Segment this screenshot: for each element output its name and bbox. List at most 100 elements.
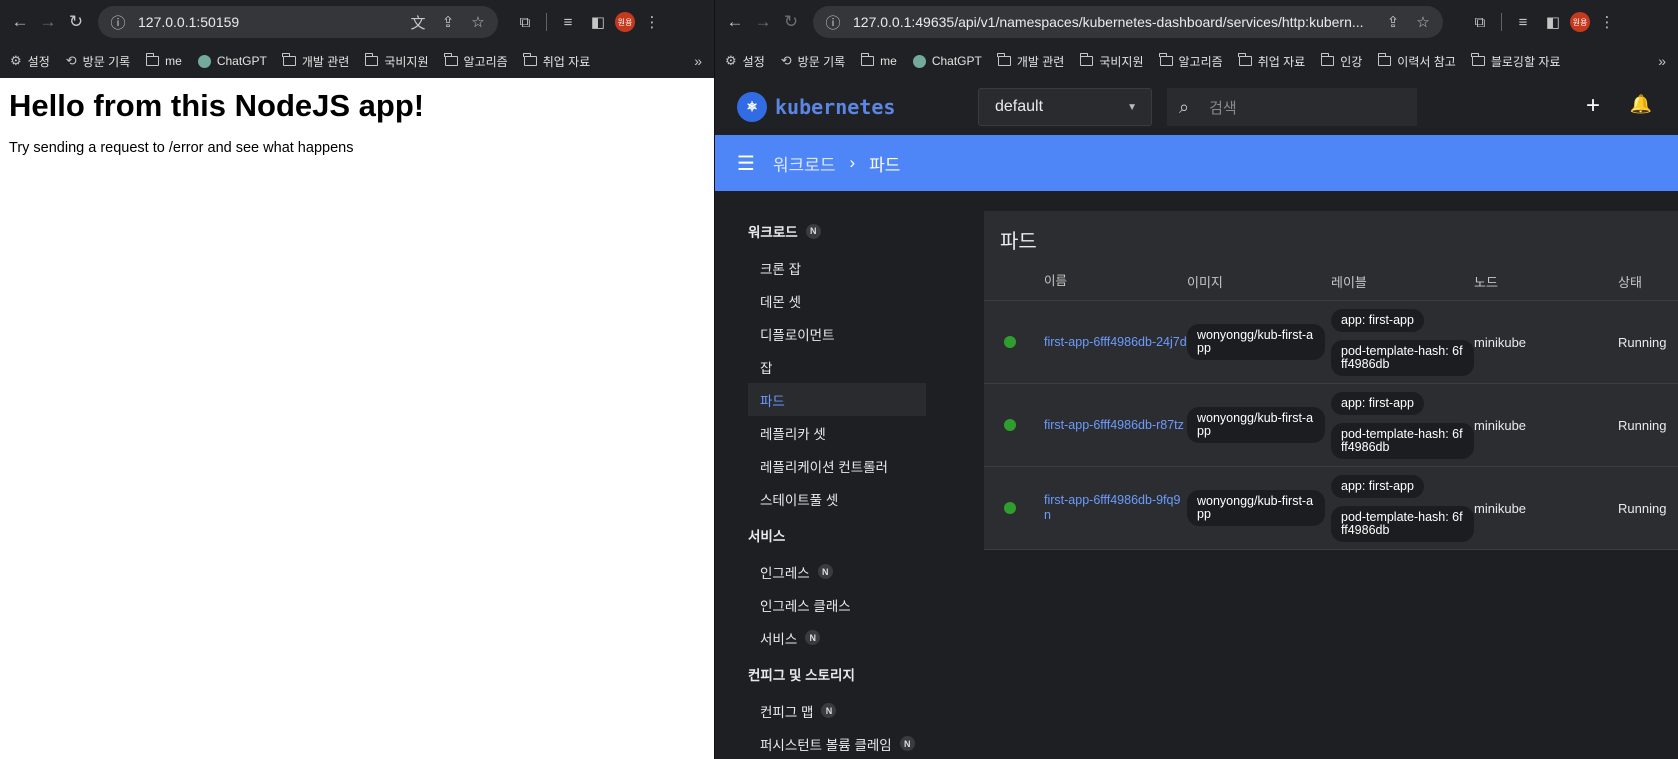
pod-name-link[interactable]: first-app-6fff4986db-9fq9n [1044,493,1187,523]
bookmark-settings[interactable]: ⚙ 설정 [725,53,765,70]
profile-avatar[interactable]: 원용 [1570,12,1590,32]
sidebar-section-services[interactable]: 서비스 [715,515,965,555]
reload-icon[interactable]: ↻ [64,10,88,34]
sidebar-item-replication-controllers[interactable]: 레플리케이션 컨트롤러 [715,449,965,482]
bookmark-folder[interactable]: 알고리즘 [444,53,508,70]
image-chip: wonyongg/kub-first-app [1187,490,1325,526]
forward-icon[interactable]: → [751,10,775,34]
left-browser-window: ← → ↻ ⓘ 127.0.0.1:50159 文 ⇪ ☆ ⧉ ≡ ◧ 원용 ⋮… [0,0,715,759]
sidebar-item-ingresses[interactable]: 인그레스 N [715,555,965,588]
chatgpt-icon [197,54,211,68]
extensions-icon[interactable]: ⧉ [1467,9,1493,35]
reload-icon[interactable]: ↻ [779,10,803,34]
browser-toolbar: ← → ↻ ⓘ 127.0.0.1:49635/api/v1/namespace… [715,0,1678,44]
create-plus-icon[interactable]: + [1586,92,1600,120]
share-icon[interactable]: ⇪ [438,13,458,31]
hamburger-menu-icon[interactable]: ☰ [737,151,755,176]
bookmark-folder[interactable]: 국비지원 [364,53,429,70]
section-label: 워크로드 [748,225,798,240]
breadcrumb-parent[interactable]: 워크로드 [773,151,836,176]
sidebar-item-deployments[interactable]: 디플로이먼트 [715,317,965,350]
reading-list-icon[interactable]: ≡ [555,9,581,35]
side-panel-icon[interactable]: ◧ [585,9,611,35]
column-header-image: 이미지 [1187,275,1223,290]
folder-icon [1471,53,1485,66]
bookmark-star-icon[interactable]: ☆ [1413,13,1433,31]
reading-list-icon[interactable]: ≡ [1510,9,1536,35]
bookmark-chatgpt[interactable]: ChatGPT [912,54,982,68]
namespaced-badge: N [821,703,837,718]
extensions-icon[interactable]: ⧉ [512,9,538,35]
sidebar-item-pods[interactable]: 파드 [748,383,926,416]
search-field[interactable]: ⌕ 검색 [1167,88,1417,126]
bookmarks-overflow-icon[interactable]: » [1658,53,1666,69]
bookmarks-bar: ⚙ 설정 ⟲ 방문 기록 me ChatGPT 개발 관련 국비지원 알고리즘 취업… [715,44,1678,78]
image-cell: wonyongg/kub-first-app [1187,324,1331,360]
bookmarks-overflow-icon[interactable]: » [694,53,702,69]
bookmark-history[interactable]: ⟲ 방문 기록 [66,53,130,70]
namespace-select[interactable]: default ▼ [978,88,1152,126]
bookmark-me[interactable]: me [860,53,897,68]
bookmark-folder[interactable]: 이력서 참고 [1377,53,1456,70]
search-placeholder[interactable]: 검색 [1209,97,1237,118]
column-header-name[interactable]: 이름 [1044,274,1187,289]
sidebar-item-replicasets[interactable]: 레플리카 셋 [715,416,965,449]
menu-kebab-icon[interactable]: ⋮ [1594,9,1620,35]
sidebar-item-pvc[interactable]: 퍼시스턴트 볼륨 클레임 N [715,727,965,759]
sidebar-section-config[interactable]: 컨피그 및 스토리지 [715,654,965,694]
bookmark-folder[interactable]: 알고리즘 [1159,53,1223,70]
sidebar-item-jobs[interactable]: 잡 [715,350,965,383]
sidebar-item-statefulsets[interactable]: 스테이트풀 셋 [715,482,965,515]
browser-toolbar: ← → ↻ ⓘ 127.0.0.1:50159 文 ⇪ ☆ ⧉ ≡ ◧ 원용 ⋮ [0,0,714,44]
back-icon[interactable]: ← [8,10,32,34]
menu-kebab-icon[interactable]: ⋮ [639,9,665,35]
status-cell [984,336,1044,348]
column-header-node: 노드 [1474,275,1498,290]
share-icon[interactable]: ⇪ [1383,13,1403,31]
k8s-logo[interactable]: ⎈ kubernetes [737,91,896,122]
k8s-header: ⎈ kubernetes default ▼ ⌕ 검색 + 🔔 [715,78,1678,135]
translate-icon[interactable]: 文 [408,12,428,33]
sidebar-item-ingress-classes[interactable]: 인그레스 클래스 [715,588,965,621]
sidebar-item-configmaps[interactable]: 컨피그 맵 N [715,694,965,727]
column-header-status: 상태 [1618,275,1642,290]
bookmark-settings[interactable]: ⚙ 설정 [10,53,50,70]
bookmark-folder[interactable]: 개발 관련 [282,53,349,70]
brand-name: kubernetes [775,94,896,119]
url-text[interactable]: 127.0.0.1:49635/api/v1/namespaces/kubern… [853,14,1373,30]
url-text[interactable]: 127.0.0.1:50159 [138,14,398,30]
bookmark-folder[interactable]: 블로깅할 자료 [1471,53,1560,70]
section-label: 컨피그 및 스토리지 [748,668,855,683]
namespace-value: default [995,98,1044,115]
address-bar[interactable]: ⓘ 127.0.0.1:50159 文 ⇪ ☆ [98,6,498,38]
side-panel-icon[interactable]: ◧ [1540,9,1566,35]
bookmark-folder[interactable]: 취업 자료 [1238,53,1305,70]
back-icon[interactable]: ← [723,10,747,34]
sidebar-item-services[interactable]: 서비스 N [715,621,965,654]
sidebar-item-daemonsets[interactable]: 데몬 셋 [715,284,965,317]
bookmark-folder[interactable]: 국비지원 [1079,53,1144,70]
bookmarks-bar: ⚙ 설정 ⟲ 방문 기록 me ChatGPT 개발 관련 국비지원 알고리즘 취업… [0,44,714,78]
bookmark-folder[interactable]: 개발 관련 [997,53,1065,70]
pod-name-link[interactable]: first-app-6fff4986db-r87tz [1044,418,1187,433]
label-chip: pod-template-hash: 6fff4986db [1331,422,1474,459]
address-bar[interactable]: ⓘ 127.0.0.1:49635/api/v1/namespaces/kube… [813,6,1443,38]
site-info-icon[interactable]: ⓘ [108,12,128,33]
profile-avatar[interactable]: 원용 [615,12,635,32]
bookmark-me[interactable]: me [145,53,182,68]
folder-icon [444,53,458,66]
notification-bell-icon[interactable]: 🔔 [1630,94,1652,115]
forward-icon[interactable]: → [36,10,60,34]
site-info-icon[interactable]: ⓘ [823,12,843,33]
bookmark-chatgpt[interactable]: ChatGPT [197,54,267,68]
pod-name-link[interactable]: first-app-6fff4986db-24j7d [1044,335,1187,350]
sidebar-section-workloads[interactable]: 워크로드 N [715,211,965,251]
bookmark-label: 알고리즘 [1178,54,1223,69]
bookmark-label: 개발 관련 [1016,54,1065,69]
bookmark-folder[interactable]: 취업 자료 [523,53,590,70]
bookmark-star-icon[interactable]: ☆ [468,13,488,31]
sidebar-item-cronjobs[interactable]: 크론 잡 [715,251,965,284]
bookmark-folder[interactable]: 인강 [1320,53,1362,70]
bookmark-history[interactable]: ⟲ 방문 기록 [781,53,845,70]
item-label: 인그레스 [760,565,810,581]
